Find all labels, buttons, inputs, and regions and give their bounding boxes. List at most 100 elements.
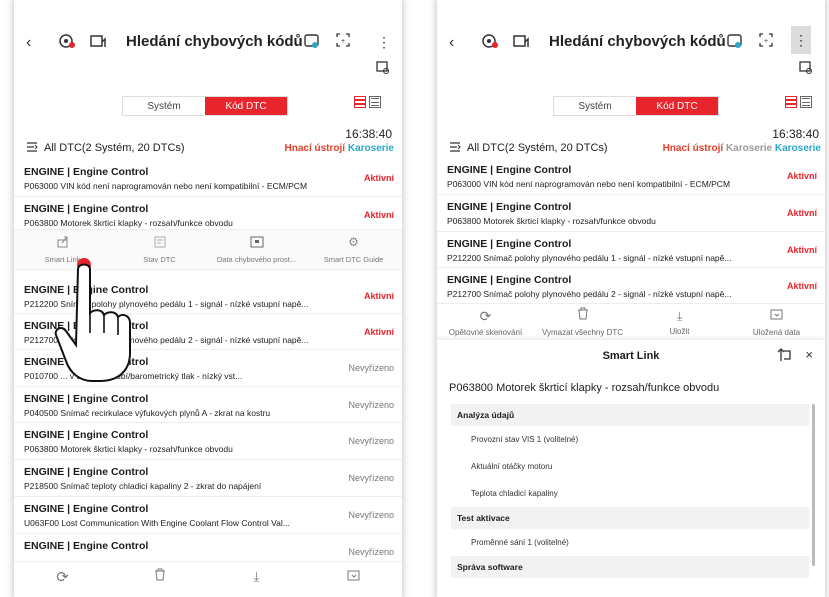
tab-dtc[interactable]: Kód DTC — [636, 97, 718, 115]
top-bar: ‹ Hledání chybových kódů + ⋮ — [437, 26, 825, 56]
more-menu-icon[interactable]: ⋮ — [377, 34, 391, 51]
selected-dtc: P063800 Motorek škrticí klapky - rozsah/… — [449, 382, 720, 394]
vehicle-upload-icon[interactable] — [89, 32, 107, 50]
back-arrow-icon[interactable]: ‹ — [449, 34, 454, 52]
summary-text: All DTC(2 Systém, 20 DTCs) — [467, 142, 608, 154]
dtc-row[interactable]: ENGINE | Engine Control U063F00 Lost Com… — [14, 497, 402, 534]
report-icon[interactable] — [303, 32, 321, 50]
close-icon[interactable]: × — [805, 347, 813, 362]
status-icon — [153, 235, 167, 249]
timestamp: 16:38:40 — [345, 127, 392, 141]
list-view-icon[interactable] — [785, 96, 797, 108]
back-arrow-icon[interactable]: ‹ — [26, 34, 31, 52]
dtc-system: ENGINE | Engine Control — [24, 503, 149, 515]
save-button[interactable]: ⤓ — [208, 562, 305, 592]
left-screen: ‹ Hledání chybových kódů + ⋮ Systém Kód … — [14, 0, 402, 597]
dtc-row[interactable]: ENGINE | Engine Control P212200 Snímač p… — [437, 232, 825, 268]
dtc-row[interactable]: ENGINE | Engine Control P063000 VIN kód … — [14, 160, 402, 197]
more-menu-icon[interactable]: ⋮ — [791, 26, 811, 54]
scrollbar[interactable] — [812, 404, 815, 566]
category-filters: Hnací ústrojí Karoserie Karoserie — [663, 143, 821, 154]
rescan-button[interactable]: ⟳ — [14, 562, 111, 592]
filter-icon[interactable] — [26, 141, 38, 156]
collapse-icon[interactable] — [777, 348, 791, 362]
dtc-row[interactable]: ENGINE | Engine Control P063800 Motorek … — [437, 195, 825, 232]
dtc-system: ENGINE | Engine Control — [24, 540, 149, 552]
dtc-system: ENGINE | Engine Control — [447, 238, 572, 250]
screenshot-icon[interactable]: + — [335, 32, 351, 48]
rescan-button[interactable]: ⟳ Opětovné skenování — [437, 304, 534, 340]
view-toggle — [785, 96, 812, 108]
dtc-status: Nevyřízeno — [348, 510, 394, 520]
list-item[interactable]: Proměnné sání 1 (volitelné) — [451, 529, 809, 556]
tab-dtc[interactable]: Kód DTC — [205, 97, 287, 115]
dtc-description: P212200 Snímač polohy plynového pedálu 1… — [447, 253, 732, 263]
dtc-system: ENGINE | Engine Control — [24, 466, 149, 478]
vehicle-upload-icon[interactable] — [512, 32, 530, 50]
dtc-description: P212700 Snímač polohy plynového pedálu 2… — [447, 289, 732, 299]
car-diagnostic-icon[interactable] — [481, 32, 499, 50]
dtc-row[interactable]: ENGINE | Engine Control P218500 Snímač t… — [14, 460, 402, 497]
dtc-system: ENGINE | Engine Control — [447, 274, 572, 286]
category-body[interactable]: Karoserie — [775, 143, 821, 154]
tab-system[interactable]: Systém — [123, 97, 205, 115]
dtc-description: P063800 Motorek škrticí klapky - rozsah/… — [447, 216, 656, 226]
view-segment: Systém Kód DTC — [553, 96, 719, 116]
dtc-description: P063800 Motorek škrticí klapky - rozsah/… — [24, 218, 233, 228]
vehicle-settings-icon[interactable] — [376, 60, 390, 74]
page-title: Hledání chybových kódů — [549, 33, 726, 50]
smart-dtc-guide-button[interactable]: ⚙ Smart DTC Guide — [305, 230, 402, 269]
dtc-status: Aktivní — [786, 281, 817, 291]
saved-data-button[interactable]: Uložená data — [728, 304, 825, 340]
summary-text: All DTC(2 Systém, 20 DTCs) — [44, 142, 185, 154]
clear-all-button[interactable]: Vymazat všechny DTC — [534, 304, 631, 340]
saved-data-button[interactable] — [305, 562, 402, 592]
dtc-description: P063800 Motorek škrticí klapky - rozsah/… — [24, 444, 233, 454]
list-item[interactable]: Aktuální otáčky motoru — [451, 453, 809, 480]
dtc-status: Aktivní — [786, 171, 817, 181]
timestamp: 16:38:40 — [772, 127, 819, 141]
dtc-description: U063F00 Lost Communication With Engine C… — [24, 518, 290, 528]
gear-icon: ⚙ — [348, 235, 359, 249]
tab-system[interactable]: Systém — [554, 97, 636, 115]
dtc-status: Aktivní — [786, 208, 817, 218]
list-item[interactable]: Teplota chladicí kapaliny — [451, 480, 809, 507]
vehicle-settings-icon[interactable] — [799, 60, 813, 74]
clear-all-button[interactable] — [111, 562, 208, 592]
filter-icon[interactable] — [449, 141, 461, 156]
dtc-row[interactable]: ENGINE | Engine Control Nevyřízeno — [14, 534, 402, 562]
category-body-inactive[interactable]: Karoserie — [726, 143, 772, 154]
dtc-system: ENGINE | Engine Control — [24, 166, 149, 178]
dtc-status: Nevyřízeno — [348, 363, 394, 373]
freeze-frame-button[interactable]: Data chybového prost... — [208, 230, 305, 269]
rescan-label: Opětovné skenování — [448, 327, 523, 337]
screenshot-icon[interactable]: + — [758, 32, 774, 48]
svg-text:+: + — [764, 38, 768, 45]
list-item[interactable]: Provozní stav VIS 1 (volitelné) — [451, 426, 809, 453]
dtc-status: Aktivní — [363, 173, 394, 183]
smart-link-panel: Smart Link × P063800 Motorek škrticí kla… — [437, 340, 825, 597]
action-label: Data chybového prost... — [216, 255, 297, 264]
car-diagnostic-icon[interactable] — [58, 32, 76, 50]
dtc-row[interactable]: ENGINE | Engine Control P212700 Snímač p… — [437, 268, 825, 304]
dtc-status: Nevyřízeno — [348, 436, 394, 446]
dtc-system: ENGINE | Engine Control — [447, 164, 572, 176]
action-label: Smart DTC Guide — [323, 255, 384, 264]
dtc-summary: All DTC(2 Systém, 20 DTCs) Hnací ústrojí… — [449, 141, 821, 155]
dtc-row[interactable]: ENGINE | Engine Control P063800 Motorek … — [14, 423, 402, 460]
report-icon[interactable] — [726, 32, 744, 50]
tap-gesture-hand — [52, 253, 152, 388]
clear-all-label: Vymazat všechny DTC — [541, 328, 624, 337]
compact-view-icon[interactable] — [369, 96, 381, 108]
dtc-row[interactable]: ENGINE | Engine Control P063800 Motorek … — [14, 197, 402, 230]
list-view-icon[interactable] — [354, 96, 366, 108]
category-body[interactable]: Karoserie — [348, 143, 394, 154]
dtc-system: ENGINE | Engine Control — [24, 203, 149, 215]
compact-view-icon[interactable] — [800, 96, 812, 108]
category-powertrain[interactable]: Hnací ústrojí — [663, 143, 724, 154]
dtc-row[interactable]: ENGINE | Engine Control P063000 VIN kód … — [437, 158, 825, 195]
category-powertrain[interactable]: Hnací ústrojí — [285, 143, 346, 154]
dtc-row[interactable]: ENGINE | Engine Control P040500 Snímač r… — [14, 387, 402, 423]
save-button[interactable]: ⤓ Uložit — [631, 304, 728, 340]
dtc-system: ENGINE | Engine Control — [447, 201, 572, 213]
